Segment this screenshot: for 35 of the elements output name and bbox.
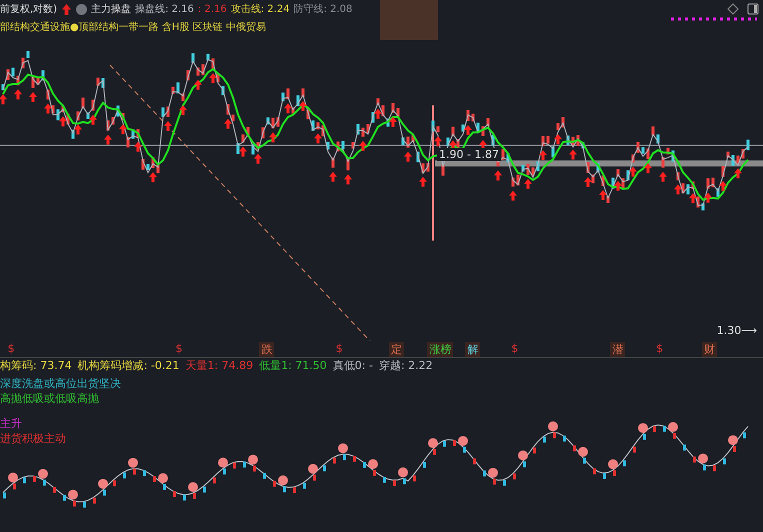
dollar-marker[interactable]: $: [8, 342, 15, 355]
chart-title: 前复权,对数): [0, 2, 58, 16]
diamond-icon[interactable]: [727, 3, 739, 15]
indicator-note: 进货积极主动: [0, 431, 67, 446]
circle-icon[interactable]: [76, 4, 88, 14]
indicator-value: 机构筹码增减: -0.21: [78, 358, 180, 374]
price-range-label: 1.90 - 1.87: [437, 148, 501, 161]
indicator-value: 天量1: 74.89: [185, 358, 254, 374]
indicator-note: 高抛低吸或低吸高抛: [0, 391, 100, 406]
event-tag[interactable]: 潜: [610, 342, 626, 357]
indicator-value: 低量1: 71.50: [259, 358, 327, 374]
dollar-marker[interactable]: $: [511, 342, 518, 355]
legend-value: 攻击线: 2.24: [230, 2, 290, 16]
low-price-label: 1.30⟶: [716, 324, 757, 337]
photo-placeholder: [380, 0, 438, 40]
legend-value: 操盘线: 2.16: [135, 2, 194, 16]
event-tag[interactable]: 跌: [259, 342, 274, 357]
indicator-value: 真低0: -: [332, 358, 373, 374]
indicator-note: 深度洗盘或高位出货坚决: [0, 376, 121, 391]
indicator-note: 主升: [0, 416, 23, 431]
panel-icon[interactable]: [747, 3, 759, 15]
event-tag[interactable]: 定: [389, 342, 404, 357]
dollar-marker[interactable]: $: [336, 342, 343, 355]
legend-value: : 2.16: [198, 4, 227, 14]
concept-tags: 部结构交通设施●顶部结构一带一路 含H股 区块链 中俄贸易: [0, 18, 266, 38]
indicator-value: 构筹码: 73.74: [0, 358, 72, 374]
event-tag[interactable]: 解: [465, 342, 480, 357]
dollar-marker[interactable]: $: [656, 342, 664, 355]
up-arrow-icon: [61, 4, 72, 14]
dollar-marker[interactable]: $: [175, 342, 182, 355]
legend-value: 防守线: 2.08: [294, 2, 352, 16]
event-tag[interactable]: 涨榜: [427, 342, 454, 357]
event-tag[interactable]: 财: [702, 342, 717, 357]
indicator-value: 穿越: 2.22: [378, 358, 433, 374]
indicator-name: 主力操盘: [91, 2, 132, 16]
